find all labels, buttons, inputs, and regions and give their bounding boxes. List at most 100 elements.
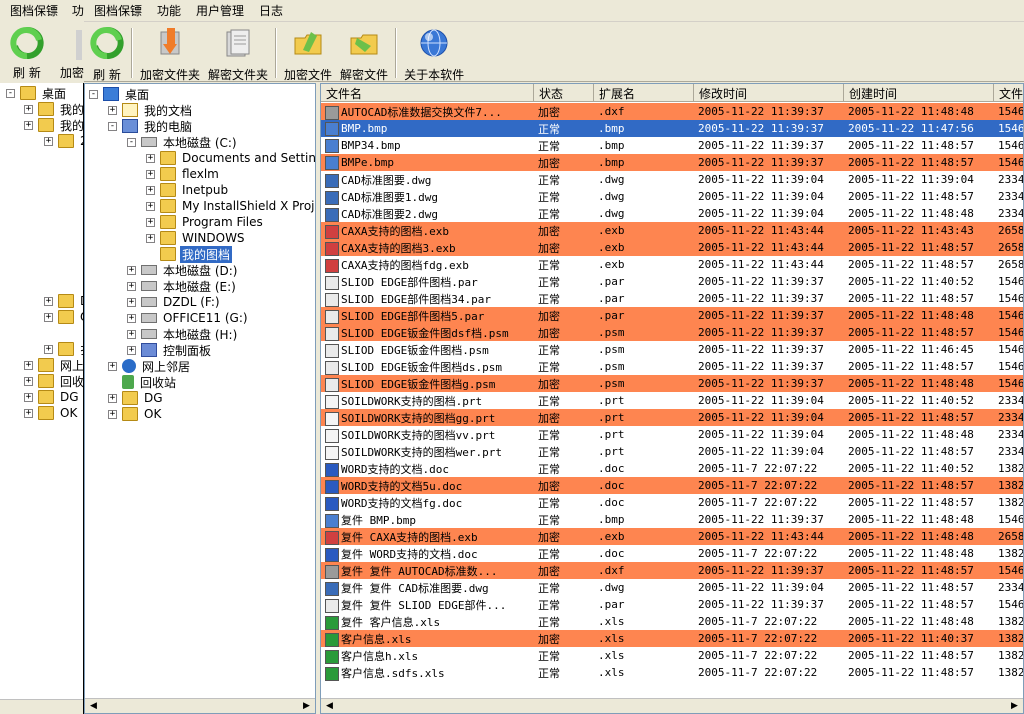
expand-toggle-icon[interactable]: + <box>146 185 155 195</box>
tree-item[interactable]: + flexlm <box>146 166 221 182</box>
expand-toggle-icon[interactable]: + <box>44 296 53 306</box>
back-tree-item[interactable]: + 我的 <box>24 117 83 133</box>
tree-scrollbar[interactable]: ◀ ▶ <box>85 698 315 713</box>
file-row[interactable]: CAXA支持的图档fdg.exb 正常 .exb 2005-11-22 11:43:4… <box>321 256 1023 273</box>
column-header-size[interactable]: 文件 <box>994 84 1023 102</box>
expand-toggle-icon[interactable]: + <box>127 313 136 323</box>
refresh-button[interactable]: 刷 新 <box>90 26 124 83</box>
scroll-left-icon[interactable]: ◀ <box>87 700 100 712</box>
back-tree-item[interactable]: +O <box>44 309 83 325</box>
expand-toggle-icon[interactable]: + <box>127 297 136 307</box>
expand-toggle-icon[interactable]: + <box>108 105 117 115</box>
tree-item[interactable]: + My InstallShield X Projects <box>146 198 315 214</box>
tree-item[interactable]: 回收站 <box>108 374 178 390</box>
menu-item[interactable]: 功能 <box>157 2 181 19</box>
file-row[interactable]: 复件 复件 CAD标准图要.dwg 正常 .dwg 2005-11-22 11:39:… <box>321 579 1023 596</box>
back-tree-item[interactable]: + OK <box>24 405 79 421</box>
file-row[interactable]: WORD支持的文档fg.doc 正常 .doc 2005-11-7 22:07:22 2… <box>321 494 1023 511</box>
expand-toggle-icon[interactable]: + <box>24 408 33 418</box>
expand-toggle-icon[interactable]: + <box>127 345 136 355</box>
back-tree-item[interactable]: +D <box>44 293 83 309</box>
file-row[interactable]: SLIOD EDGE钣金件图档g.psm 加密 .psm 2005-11-22 11:… <box>321 375 1023 392</box>
expand-toggle-icon[interactable]: + <box>44 312 53 322</box>
file-row[interactable]: 复件 客户信息.xls 正常 .xls 2005-11-7 22:07:22 2005-… <box>321 613 1023 630</box>
file-row[interactable]: AUTOCAD标准数据交换文件7... 加密 .dxf 2005-11-22 11:3… <box>321 103 1023 120</box>
expand-toggle-icon[interactable]: + <box>24 360 33 370</box>
file-row[interactable]: 客户信息.xls 加密 .xls 2005-11-7 22:07:22 2005-11-… <box>321 630 1023 647</box>
back-tree-item[interactable]: + 网上 <box>24 357 83 373</box>
file-row[interactable]: CAD标准图要1.dwg 正常 .dwg 2005-11-22 11:39:04 200… <box>321 188 1023 205</box>
tree-item[interactable]: + Documents and Settings <box>146 150 315 166</box>
file-row[interactable]: CAXA支持的图档3.exb 加密 .exb 2005-11-22 11:43:44 2… <box>321 239 1023 256</box>
expand-toggle-icon[interactable]: + <box>146 201 155 211</box>
refresh-icon[interactable] <box>10 26 44 60</box>
expand-toggle-icon[interactable]: - <box>6 88 15 98</box>
expand-toggle-icon[interactable]: + <box>127 329 136 339</box>
back-menu-item[interactable]: 图档保镖 <box>10 4 58 18</box>
tree-item[interactable]: + Inetpub <box>146 182 230 198</box>
encrypt-folder-button[interactable]: 加密文件夹 <box>140 26 200 83</box>
tree-item[interactable]: + WINDOWS <box>146 230 247 246</box>
file-row[interactable]: 客户信息h.xls 正常 .xls 2005-11-7 22:07:22 2005-11… <box>321 647 1023 664</box>
tree-item[interactable]: 我的图档 <box>146 245 233 263</box>
tree-item[interactable]: - 本地磁盘 (C:) <box>127 134 239 150</box>
file-row[interactable]: WORD支持的文档.doc 正常 .doc 2005-11-7 22:07:22 200… <box>321 460 1023 477</box>
file-row[interactable]: 复件 WORD支持的文档.doc 正常 .doc 2005-11-7 22:07:22… <box>321 545 1023 562</box>
tree-item[interactable]: + Program Files <box>146 214 265 230</box>
tree-item[interactable]: + DG <box>108 390 165 406</box>
expand-toggle-icon[interactable]: + <box>146 233 155 243</box>
encrypt-folder-icon[interactable] <box>76 30 82 60</box>
back-tree-item[interactable]: - 桌面 <box>6 85 68 101</box>
file-row[interactable]: SLIOD EDGE部件图档34.par 正常 .par 2005-11-22 11:… <box>321 290 1023 307</box>
back-tree-item[interactable]: +扌 <box>44 341 83 357</box>
column-header-status[interactable]: 状态 <box>534 84 594 102</box>
expand-toggle-icon[interactable]: + <box>108 409 117 419</box>
menu-item[interactable]: 日志 <box>259 2 283 19</box>
file-row[interactable]: 复件 复件 SLIOD EDGE部件... 正常 .par 2005-11-22 11… <box>321 596 1023 613</box>
about-button[interactable]: 关于本软件 <box>404 26 464 83</box>
file-row[interactable]: SLIOD EDGE钣金件图档ds.psm 正常 .psm 2005-11-22 11… <box>321 358 1023 375</box>
menu-item[interactable]: 用户管理 <box>196 2 244 19</box>
back-tree-item[interactable]: + 回收 <box>24 373 83 389</box>
scroll-left-icon[interactable]: ◀ <box>323 700 336 712</box>
encrypt-file-button[interactable]: 加密文件 <box>284 26 332 83</box>
expand-toggle-icon[interactable]: + <box>146 153 155 163</box>
file-row[interactable]: 复件 复件 AUTOCAD标准数... 加密 .dxf 2005-11-22 11:3… <box>321 562 1023 579</box>
expand-toggle-icon[interactable]: - <box>108 121 117 131</box>
file-row[interactable]: SLIOD EDGE钣金件图dsf档.psm 加密 .psm 2005-11-22 1… <box>321 324 1023 341</box>
file-row[interactable]: SLIOD EDGE部件图档.par 正常 .par 2005-11-22 11:39… <box>321 273 1023 290</box>
tree-item[interactable]: + 控制面板 <box>127 342 213 358</box>
column-header-ctime[interactable]: 创建时间 <box>844 84 994 102</box>
decrypt-folder-button[interactable]: 解密文件夹 <box>208 26 268 83</box>
decrypt-file-button[interactable]: 解密文件 <box>340 26 388 83</box>
expand-toggle-icon[interactable]: + <box>108 361 117 371</box>
expand-toggle-icon[interactable]: + <box>127 265 136 275</box>
file-row[interactable]: SLIOD EDGE部件图档5.par 加密 .par 2005-11-22 11:3… <box>321 307 1023 324</box>
scroll-right-icon[interactable]: ▶ <box>300 700 313 712</box>
column-header-ext[interactable]: 扩展名 <box>594 84 694 102</box>
file-row[interactable]: CAD标准图要.dwg 正常 .dwg 2005-11-22 11:39:04 2005… <box>321 171 1023 188</box>
tree-item[interactable]: + 我的文档 <box>108 102 194 118</box>
expand-toggle-icon[interactable]: + <box>146 217 155 227</box>
expand-toggle-icon[interactable]: + <box>24 376 33 386</box>
file-row[interactable]: 复件 CAXA支持的图档.exb 加密 .exb 2005-11-22 11:43:4… <box>321 528 1023 545</box>
expand-toggle-icon[interactable]: - <box>127 137 136 147</box>
expand-toggle-icon[interactable]: + <box>24 104 33 114</box>
file-row[interactable]: CAXA支持的图档.exb 加密 .exb 2005-11-22 11:43:44 20… <box>321 222 1023 239</box>
file-row[interactable]: BMP34.bmp 正常 .bmp 2005-11-22 11:39:37 2005-1… <box>321 137 1023 154</box>
back-tree-item[interactable]: + 我的 <box>24 101 83 117</box>
menu-item[interactable]: 图档保镖 <box>94 2 142 19</box>
expand-toggle-icon[interactable]: + <box>44 344 53 354</box>
tree-item[interactable]: - 我的电脑 <box>108 118 194 134</box>
tree-item[interactable]: - 桌面 <box>89 86 151 102</box>
tree-item[interactable]: + 网上邻居 <box>108 358 192 374</box>
file-row[interactable]: 客户信息.sdfs.xls 正常 .xls 2005-11-7 22:07:22 200… <box>321 664 1023 681</box>
tree-item[interactable]: + DZDL (F:) <box>127 294 222 310</box>
scroll-right-icon[interactable]: ▶ <box>1008 700 1021 712</box>
file-row[interactable]: WORD支持的文档5u.doc 加密 .doc 2005-11-7 22:07:22 2… <box>321 477 1023 494</box>
back-menu-item[interactable]: 功 <box>72 4 84 18</box>
expand-toggle-icon[interactable]: + <box>24 392 33 402</box>
tree-item[interactable]: + OFFICE11 (G:) <box>127 310 250 326</box>
file-row[interactable]: SLIOD EDGE钣金件图档.psm 正常 .psm 2005-11-22 11:3… <box>321 341 1023 358</box>
tree-item[interactable]: + 本地磁盘 (E:) <box>127 278 238 294</box>
